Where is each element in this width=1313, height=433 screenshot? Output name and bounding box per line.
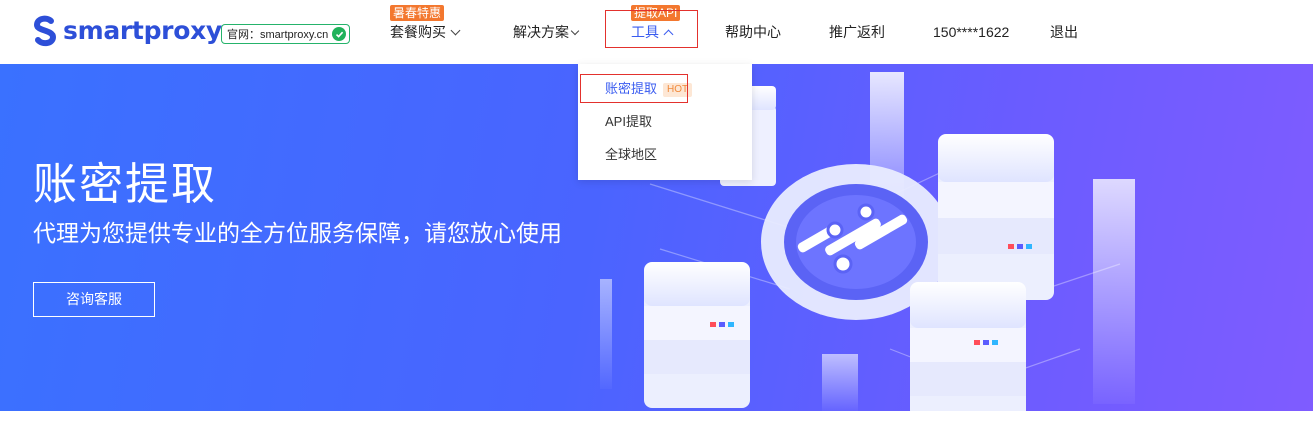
menu-item-label: 全球地区: [605, 147, 658, 162]
nav-logout-label: 退出: [1050, 24, 1078, 40]
nav-referral[interactable]: 推广返利: [829, 22, 885, 42]
menu-item-label: API提取: [605, 114, 652, 129]
nav-referral-label: 推广返利: [829, 24, 885, 40]
nav-account-label: 150****1622: [933, 24, 1010, 40]
chevron-down-icon: [450, 25, 461, 36]
nav-plans-label: 套餐购买: [390, 24, 446, 40]
contact-support-button[interactable]: 咨询客服: [33, 282, 155, 317]
check-icon: [332, 27, 347, 41]
smartproxy-logo-icon: [33, 15, 57, 47]
nav-solutions[interactable]: 解决方案: [513, 22, 580, 42]
brand-logo[interactable]: smartproxy: [33, 15, 222, 47]
nav-solutions-label: 解决方案: [513, 24, 569, 40]
menu-item-global-regions[interactable]: 全球地区: [605, 146, 657, 164]
hero-subtitle: 代理为您提供专业的全方位服务保障，请您放心使用: [33, 220, 562, 246]
menu-item-api-extract[interactable]: API提取: [605, 113, 652, 131]
nav-plans[interactable]: 套餐购买: [390, 22, 461, 42]
chevron-down-icon: [570, 26, 580, 36]
nav-help-label: 帮助中心: [725, 24, 781, 40]
promo-ribbon: 暑春特惠: [390, 5, 445, 21]
nav-help[interactable]: 帮助中心: [725, 22, 781, 42]
brand-name: smartproxy: [63, 16, 222, 45]
page: smartproxy 官网：smartproxy.cn 暑春特惠 套餐购买 解决…: [0, 0, 1313, 433]
tools-highlight-box: [605, 10, 698, 48]
hero-title: 账密提取: [33, 160, 217, 209]
nav-logout[interactable]: 退出: [1050, 22, 1078, 42]
official-site-badge: 官网：smartproxy.cn: [221, 24, 351, 44]
official-site-text: 官网：smartproxy.cn: [227, 29, 329, 41]
menu-highlight-box: [580, 74, 688, 103]
nav-account[interactable]: 150****1622: [933, 22, 1009, 42]
top-nav-bar: smartproxy 官网：smartproxy.cn 暑春特惠 套餐购买 解决…: [0, 0, 1313, 64]
